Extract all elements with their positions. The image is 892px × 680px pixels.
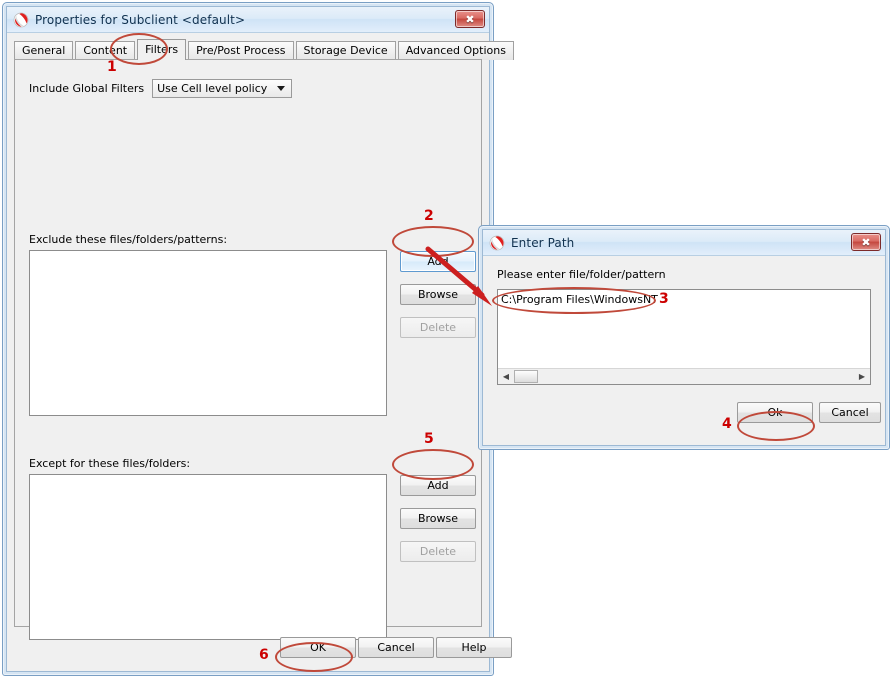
- except-delete-label: Delete: [419, 545, 457, 558]
- close-glyph: ✖: [465, 12, 475, 26]
- scroll-left-icon[interactable]: ◀: [499, 369, 513, 384]
- commvault-logo-icon: [489, 235, 505, 251]
- path-input[interactable]: C:\Program Files\WindowsNT ◀ ▶: [497, 289, 871, 385]
- path-ok-button[interactable]: Ok: [737, 402, 813, 423]
- exclude-delete-label: Delete: [419, 321, 457, 334]
- tab-pre-post-process-label: Pre/Post Process: [196, 44, 286, 57]
- scroll-right-icon[interactable]: ▶: [855, 369, 869, 384]
- include-global-filters-select[interactable]: Use Cell level policy: [152, 79, 293, 98]
- path-ok-label: Ok: [767, 406, 783, 419]
- main-help-label: Help: [461, 641, 487, 654]
- close-glyph: ✖: [861, 235, 871, 249]
- subclient-properties-window: Properties for Subclient <default> ✖ Gen…: [2, 2, 514, 676]
- exclude-add-button[interactable]: Add: [400, 251, 476, 272]
- main-window-inner: Properties for Subclient <default> ✖ Gen…: [6, 6, 514, 672]
- tab-storage-device[interactable]: Storage Device: [295, 41, 396, 60]
- filters-tab-panel: Include Global Filters Use Cell level po…: [14, 59, 482, 640]
- except-browse-label: Browse: [417, 512, 459, 525]
- include-global-filters-value: Use Cell level policy: [157, 82, 268, 95]
- tab-content-label: Content: [83, 44, 128, 57]
- scrollbar-thumb[interactable]: [514, 370, 538, 383]
- except-section-label: Except for these files/folders:: [29, 457, 191, 470]
- exclude-section-label: Exclude these files/folders/patterns:: [29, 233, 228, 246]
- tab-pre-post-process[interactable]: Pre/Post Process: [188, 41, 294, 60]
- close-icon[interactable]: ✖: [851, 233, 881, 251]
- exclude-browse-button[interactable]: Browse: [400, 284, 476, 305]
- path-input-hscrollbar[interactable]: ◀ ▶: [498, 368, 870, 384]
- except-browse-button[interactable]: Browse: [400, 508, 476, 529]
- main-window-title: Properties for Subclient <default>: [35, 12, 246, 27]
- exclude-add-label: Add: [427, 255, 449, 268]
- path-cancel-label: Cancel: [831, 406, 869, 419]
- enter-path-titlebar[interactable]: Enter Path ✖: [483, 230, 885, 256]
- path-input-value: C:\Program Files\WindowsNT: [501, 293, 658, 306]
- enter-path-window: Enter Path ✖ Please enter file/folder/pa…: [478, 225, 890, 450]
- main-titlebar[interactable]: Properties for Subclient <default> ✖: [7, 7, 489, 33]
- enter-path-body: Please enter file/folder/pattern C:\Prog…: [483, 256, 885, 445]
- except-button-column: Add Browse Delete: [400, 475, 476, 574]
- tab-advanced-options-label: Advanced Options: [405, 44, 506, 57]
- main-ok-label: OK: [310, 641, 326, 654]
- path-cancel-button[interactable]: Cancel: [819, 402, 881, 423]
- tab-content[interactable]: Content: [75, 41, 136, 60]
- except-listbox[interactable]: [29, 474, 387, 640]
- exclude-delete-button: Delete: [400, 317, 476, 338]
- tab-storage-device-label: Storage Device: [303, 44, 388, 57]
- main-cancel-button[interactable]: Cancel: [358, 637, 434, 658]
- exclude-browse-label: Browse: [417, 288, 459, 301]
- tabstrip: General Content Filters Pre/Post Process…: [14, 39, 514, 60]
- include-global-filters-label: Include Global Filters: [29, 82, 145, 95]
- except-delete-button: Delete: [400, 541, 476, 562]
- tab-general-label: General: [22, 44, 66, 57]
- main-cancel-label: Cancel: [377, 641, 415, 654]
- except-add-label: Add: [427, 479, 449, 492]
- include-global-filters-row: Include Global Filters Use Cell level po…: [29, 79, 293, 98]
- commvault-logo-icon: [13, 12, 29, 28]
- enter-path-inner: Enter Path ✖ Please enter file/folder/pa…: [482, 229, 886, 446]
- enter-path-title: Enter Path: [511, 235, 575, 250]
- exclude-button-column: Add Browse Delete: [400, 251, 476, 350]
- tab-filters-label: Filters: [145, 43, 179, 56]
- main-body: General Content Filters Pre/Post Process…: [7, 33, 514, 671]
- tab-general[interactable]: General: [14, 41, 74, 60]
- main-ok-button[interactable]: OK: [280, 637, 356, 658]
- chevron-down-icon: [277, 86, 286, 91]
- enter-path-prompt: Please enter file/folder/pattern: [497, 268, 666, 281]
- main-footer: OK Cancel Help: [7, 627, 512, 671]
- close-icon[interactable]: ✖: [455, 10, 485, 28]
- exclude-listbox[interactable]: [29, 250, 387, 416]
- main-help-button[interactable]: Help: [436, 637, 512, 658]
- except-add-button[interactable]: Add: [400, 475, 476, 496]
- tab-filters[interactable]: Filters: [137, 39, 187, 60]
- tab-advanced-options[interactable]: Advanced Options: [397, 41, 514, 60]
